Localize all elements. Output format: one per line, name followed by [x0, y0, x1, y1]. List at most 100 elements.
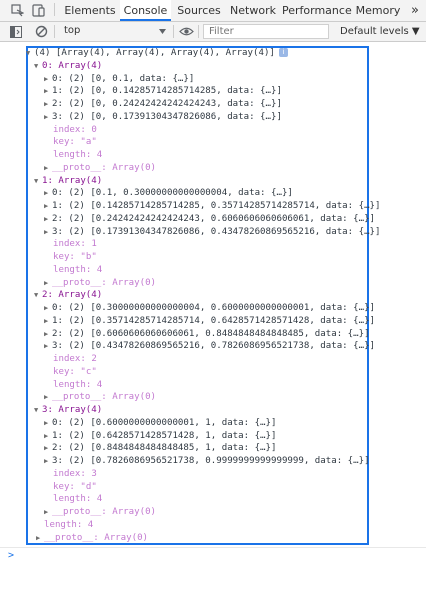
tab-elements[interactable]: Elements	[62, 0, 118, 21]
collapsed-triangle-icon[interactable]: ▶	[44, 417, 52, 430]
key-property: key: "a"	[53, 136, 97, 149]
collapsed-triangle-icon[interactable]: ▶	[44, 391, 52, 404]
expanded-triangle-icon[interactable]: ▼	[34, 289, 42, 302]
collapsed-triangle-icon[interactable]: ▶	[44, 277, 52, 290]
toolbar-divider	[54, 25, 55, 38]
collapsed-triangle-icon[interactable]: ▶	[44, 430, 52, 443]
array-entry[interactable]: ▶ 1: (2) [0, 0.14285714285714285, data: {…	[44, 85, 282, 98]
chevron-down-icon	[159, 29, 166, 34]
index-property: index: 3	[53, 468, 97, 481]
array-entry[interactable]: ▶ 0: (2) [0.30000000000000004, 0.60000000…	[44, 302, 375, 315]
index-text: index: 0	[53, 124, 97, 135]
console-output: ▼ (4) [Array(4), Array(4), Array(4), Arra…	[0, 43, 426, 591]
array-entry[interactable]: ▶ 3: (2) [0.17391304347826086, 0.43478260…	[44, 226, 381, 239]
length-text: length: 4	[44, 519, 94, 530]
array-entry-text: 2: (2) [0.6060606060606061, 0.8484848484…	[52, 328, 370, 339]
array-entry[interactable]: ▶ 2: (2) [0.8484848484848485, 1, data: {……	[44, 442, 276, 455]
array-entry[interactable]: ▶ 1: (2) [0.14285714285714285, 0.35714285…	[44, 200, 381, 213]
index-property: index: 0	[53, 124, 97, 137]
collapsed-triangle-icon[interactable]: ▶	[44, 73, 52, 86]
eye-icon[interactable]	[179, 26, 194, 37]
collapsed-triangle-icon[interactable]: ▶	[44, 187, 52, 200]
length-text: length: 4	[53, 264, 103, 275]
proto-entry[interactable]: ▶ __proto__: Array(0)	[44, 162, 156, 175]
proto-text: __proto__: Array(0)	[52, 277, 157, 288]
console-prompt[interactable]: >	[8, 550, 14, 561]
array-entry[interactable]: ▶ 1: (2) [0.35714285714285714, 0.64285714…	[44, 315, 375, 328]
array-entry-text: 1: (2) [0.6428571428571428, 1, data: {…}…	[52, 430, 277, 441]
index-text: index: 2	[53, 354, 97, 364]
proto-entry[interactable]: ▶ __proto__: Array(0)	[44, 277, 156, 290]
top-proto-entry[interactable]: ▶ __proto__: Array(0)	[36, 532, 148, 545]
show-sidebar-icon[interactable]	[10, 26, 22, 38]
collapsed-triangle-icon[interactable]: ▶	[44, 328, 52, 341]
array-summary-text: (4) [Array(4), Array(4), Array(4), Array…	[34, 48, 275, 58]
array-entry-text: 3: (2) [0.17391304347826086, 0.434782608…	[52, 226, 381, 237]
device-toolbar-icon[interactable]	[32, 4, 45, 17]
expanded-triangle-icon[interactable]: ▼	[34, 404, 42, 417]
array-entry[interactable]: ▶ 2: (2) [0, 0.24242424242424243, data: {…	[44, 98, 282, 111]
group-header-text: 3: Array(4)	[42, 405, 103, 415]
collapsed-triangle-icon[interactable]: ▶	[44, 98, 52, 111]
tab-performance[interactable]: Performance	[282, 0, 352, 21]
tab-sources[interactable]: Sources	[174, 0, 224, 21]
collapsed-triangle-icon[interactable]: ▶	[44, 506, 52, 519]
group-header-text: 0: Array(4)	[42, 60, 103, 71]
tab-network[interactable]: Network	[227, 0, 279, 21]
array-entry[interactable]: ▶ 3: (2) [0, 0.17391304347826086, data: {…	[44, 111, 282, 124]
array-entry[interactable]: ▶ 1: (2) [0.6428571428571428, 1, data: {……	[44, 430, 276, 443]
log-levels-dropdown[interactable]: Default levels ▼	[340, 26, 420, 37]
filter-input[interactable]	[203, 24, 329, 39]
prompt-divider	[0, 547, 426, 548]
key-text: key: "a"	[53, 137, 97, 148]
context-selector[interactable]: top	[60, 22, 170, 41]
collapsed-triangle-icon[interactable]: ▶	[44, 340, 52, 353]
index-text: index: 1	[53, 239, 97, 250]
array-entry[interactable]: ▶ 3: (2) [0.7826086956521738, 0.999999999…	[44, 455, 370, 468]
tab-console[interactable]: Console	[120, 0, 171, 21]
collapsed-triangle-icon[interactable]: ▶	[44, 302, 52, 315]
collapsed-triangle-icon[interactable]: ▶	[44, 200, 52, 213]
array-entry-text: 2: (2) [0, 0.24242424242424243, data: {……	[52, 99, 282, 109]
group-header-text: 2: Array(4)	[42, 290, 103, 301]
collapsed-triangle-icon[interactable]: ▶	[36, 532, 44, 545]
group-header[interactable]: ▼ 2: Array(4)	[34, 289, 102, 302]
top-length-property: length: 4	[44, 519, 93, 532]
collapsed-triangle-icon[interactable]: ▶	[44, 162, 52, 175]
proto-entry[interactable]: ▶ __proto__: Array(0)	[44, 506, 156, 519]
collapsed-triangle-icon[interactable]: ▶	[44, 315, 52, 328]
length-property: length: 4	[53, 379, 102, 392]
inspect-element-icon[interactable]	[11, 4, 24, 17]
length-property: length: 4	[53, 264, 102, 277]
array-entry-text: 3: (2) [0.7826086956521738, 0.9999999999…	[52, 456, 370, 466]
array-entry[interactable]: ▶ 2: (2) [0.6060606060606061, 0.848484848…	[44, 328, 370, 341]
array-entry-text: 1: (2) [0, 0.14285714285714285, data: {……	[52, 86, 282, 97]
array-entry[interactable]: ▶ 2: (2) [0.24242424242424243, 0.60606060…	[44, 213, 375, 226]
key-text: key: "c"	[53, 366, 97, 377]
key-text: key: "d"	[53, 481, 97, 492]
array-summary[interactable]: ▼ (4) [Array(4), Array(4), Array(4), Arra…	[26, 47, 288, 60]
array-entry[interactable]: ▶ 0: (2) [0, 0.1, data: {…}]	[44, 73, 194, 86]
collapsed-triangle-icon[interactable]: ▶	[44, 213, 52, 226]
collapsed-triangle-icon[interactable]: ▶	[44, 455, 52, 468]
array-entry[interactable]: ▶ 0: (2) [0.6000000000000001, 1, data: {……	[44, 417, 276, 430]
group-header[interactable]: ▼ 1: Array(4)	[34, 175, 102, 188]
proto-entry[interactable]: ▶ __proto__: Array(0)	[44, 391, 156, 404]
expanded-triangle-icon[interactable]: ▼	[26, 47, 34, 60]
clear-console-icon[interactable]	[35, 25, 48, 38]
group-header[interactable]: ▼ 3: Array(4)	[34, 404, 102, 417]
collapsed-triangle-icon[interactable]: ▶	[44, 85, 52, 98]
length-property: length: 4	[53, 493, 102, 506]
array-entry[interactable]: ▶ 3: (2) [0.43478260869565216, 0.78260869…	[44, 340, 375, 353]
more-tabs-button[interactable]: »	[408, 0, 422, 21]
index-property: index: 2	[53, 353, 97, 366]
tab-memory[interactable]: Memory	[355, 0, 401, 21]
array-entry[interactable]: ▶ 0: (2) [0.1, 0.30000000000000004, data:…	[44, 187, 293, 200]
expanded-triangle-icon[interactable]: ▼	[34, 175, 42, 188]
collapsed-triangle-icon[interactable]: ▶	[44, 442, 52, 455]
collapsed-triangle-icon[interactable]: ▶	[44, 226, 52, 239]
expanded-triangle-icon[interactable]: ▼	[34, 60, 42, 73]
collapsed-triangle-icon[interactable]: ▶	[44, 111, 52, 124]
key-property: key: "d"	[53, 481, 97, 494]
group-header[interactable]: ▼ 0: Array(4)	[34, 60, 102, 73]
